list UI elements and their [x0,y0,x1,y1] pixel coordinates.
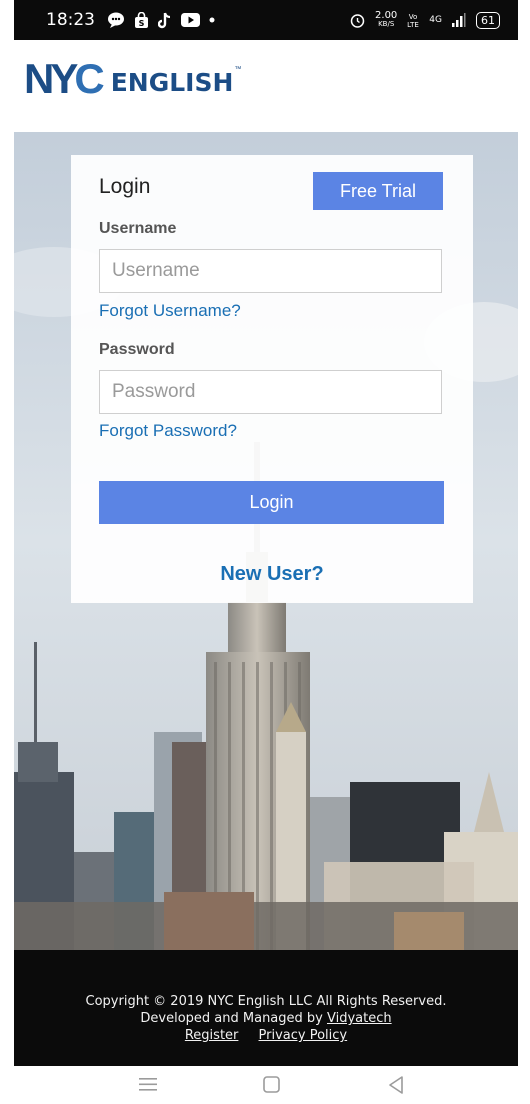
volte-icon: Vo LTE [407,12,419,28]
status-bar: 18:23 S 2.00 KB/S Vo LTE 4G 61 [14,0,518,40]
logo-wordmark: ENGLISH [110,68,234,97]
network-type: 4G [429,15,442,25]
free-trial-button[interactable]: Free Trial [313,172,443,210]
notification-icons: S [107,11,215,29]
dot-icon [209,17,215,23]
status-time: 18:23 [46,10,95,30]
logo-mark: NYC [24,55,105,102]
speed-value: 2.00 [375,10,398,21]
logo-trademark: ™ [234,66,242,73]
password-input[interactable] [99,370,442,414]
network-speed: 2.00 KB/S [375,11,397,29]
system-navigation-bar [0,1066,530,1104]
forgot-username-link[interactable]: Forgot Username? [99,301,241,321]
svg-text:Vo: Vo [409,13,418,21]
login-button[interactable]: Login [99,481,444,524]
svg-text:LTE: LTE [407,21,419,28]
privacy-policy-link[interactable]: Privacy Policy [259,1028,348,1043]
home-square-icon[interactable] [263,1076,280,1098]
alarm-icon [350,13,365,28]
vidyatech-link[interactable]: Vidyatech [327,1011,392,1026]
youtube-icon [181,13,200,27]
phone-screen: 18:23 S 2.00 KB/S Vo LTE 4G 61 NYC ENGLI… [14,0,518,1066]
login-heading: Login [99,175,151,198]
signal-icon [452,13,466,27]
footer-links: Register Privacy Policy [14,1028,518,1043]
forgot-password-link[interactable]: Forgot Password? [99,421,237,441]
shopping-bag-icon: S [134,11,149,29]
nyc-english-logo[interactable]: NYC ENGLISH ™ [24,55,242,102]
developed-by-line: Developed and Managed by Vidyatech [14,1011,518,1026]
site-header: NYC ENGLISH ™ [14,40,518,132]
battery-icon: 61 [476,11,500,29]
login-card: Login Free Trial Username Forgot Usernam… [71,155,473,603]
copyright-text: Copyright © 2019 NYC English LLC All Rig… [85,994,447,1009]
speed-unit: KB/S [378,20,395,28]
tiktok-icon [158,12,172,29]
menu-icon[interactable] [139,1076,157,1097]
city-skyline-background: Login Free Trial Username Forgot Usernam… [14,132,518,950]
chat-icon [107,12,125,28]
site-footer: Copyright © 2019 NYC English LLC All Rig… [14,950,518,1066]
new-user-link[interactable]: New User? [71,563,473,586]
register-link[interactable]: Register [185,1028,239,1043]
username-label: Username [99,220,177,237]
system-indicators: 2.00 KB/S Vo LTE 4G 61 [350,11,500,29]
back-triangle-icon[interactable] [388,1076,404,1099]
username-input[interactable] [99,249,442,293]
developed-by-text: Developed and Managed by [140,1011,327,1026]
svg-text:S: S [139,19,145,28]
password-label: Password [99,341,175,358]
